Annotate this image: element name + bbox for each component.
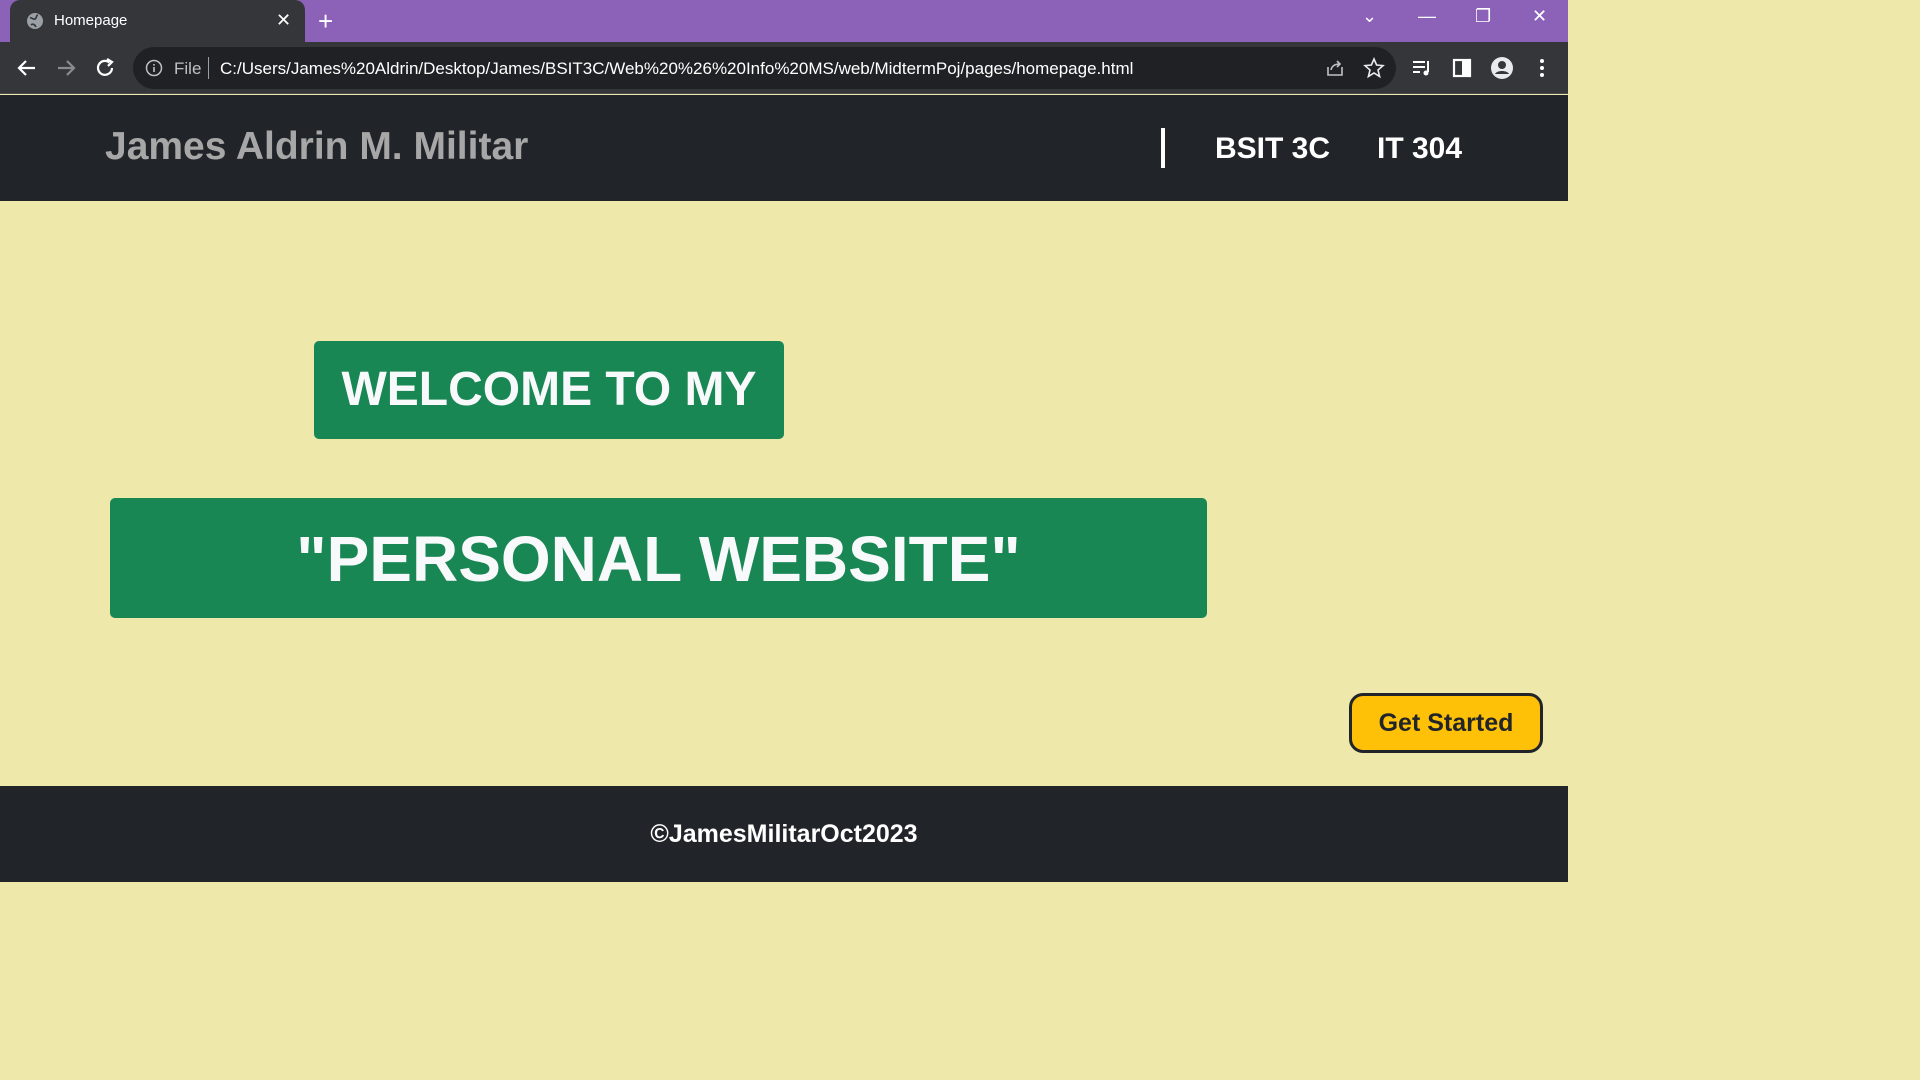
reload-icon[interactable] [92,55,118,81]
new-tab-icon[interactable]: + [318,6,333,37]
media-playlist-icon[interactable] [1410,56,1434,80]
bookmark-star-icon[interactable] [1363,57,1385,79]
info-icon[interactable] [145,59,163,77]
tab-close-icon[interactable]: ✕ [276,10,291,31]
url-text[interactable]: C:/Users/James%20Aldrin/Desktop/James/BS… [220,59,1133,79]
site-footer: ©JamesMilitarOct2023 [0,786,1568,882]
back-icon[interactable] [14,55,40,81]
hero-personal-website-banner: "PERSONAL WEBSITE" [110,498,1207,618]
profile-avatar-icon[interactable] [1490,56,1514,80]
minimize-icon[interactable]: — [1418,6,1436,27]
restore-icon[interactable]: ❐ [1475,6,1491,27]
get-started-button[interactable]: Get Started [1349,693,1543,753]
nav-link-it304[interactable]: IT 304 [1377,132,1462,166]
address-bar[interactable]: File C:/Users/James%20Aldrin/Desktop/Jam… [133,47,1396,89]
tab-title: Homepage [54,12,128,29]
hero-welcome-banner: WELCOME TO MY [314,341,784,439]
browser-toolbar: File C:/Users/James%20Aldrin/Desktop/Jam… [0,42,1568,94]
site-header: James Aldrin M. Militar BSIT 3C IT 304 [0,95,1568,201]
share-icon[interactable] [1324,57,1346,79]
browser-tab-strip: Homepage ✕ + ⌄ — ❐ ✕ [0,0,1568,42]
browser-tab[interactable]: Homepage ✕ [10,0,305,42]
side-panel-icon[interactable] [1450,56,1474,80]
globe-icon [27,13,43,29]
nav-divider [1161,128,1165,168]
address-divider [208,57,209,79]
forward-icon[interactable] [53,55,79,81]
site-brand[interactable]: James Aldrin M. Militar [105,125,528,169]
more-menu-icon[interactable] [1530,56,1554,80]
copyright-text: ©JamesMilitarOct2023 [650,820,918,848]
nav-link-bsit[interactable]: BSIT 3C [1215,132,1330,166]
tab-search-icon[interactable]: ⌄ [1362,6,1377,27]
window-close-icon[interactable]: ✕ [1532,6,1547,27]
address-prefix: File [174,59,202,78]
